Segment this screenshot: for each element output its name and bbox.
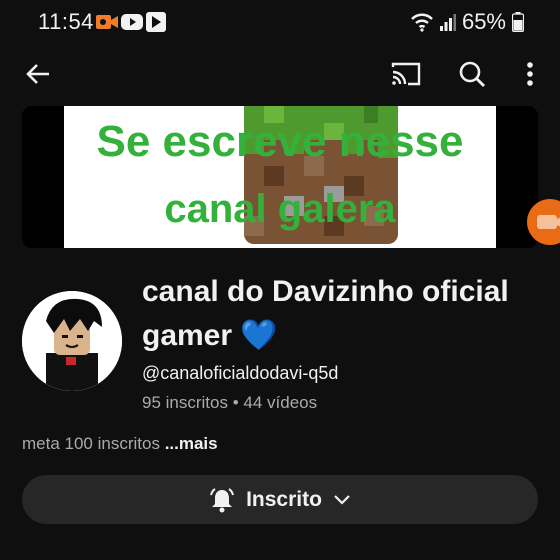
channel-avatar[interactable] xyxy=(22,291,122,391)
more-link[interactable]: ...mais xyxy=(165,434,218,453)
subscribed-button[interactable]: Inscrito xyxy=(22,475,538,524)
channel-stats: 95 inscritos • 44 vídeos xyxy=(142,393,318,412)
search-icon xyxy=(459,61,485,87)
channel-banner: Se escreve nesse canal galera xyxy=(22,106,538,248)
back-button[interactable] xyxy=(18,54,58,94)
battery-icon xyxy=(512,12,524,32)
cast-icon xyxy=(391,62,421,86)
back-arrow-icon xyxy=(26,64,49,84)
app-bar xyxy=(0,52,560,96)
cast-button[interactable] xyxy=(386,54,426,94)
status-bar: 11:54 65% xyxy=(0,0,560,44)
search-button[interactable] xyxy=(452,54,492,94)
channel-handle: @canaloficialdodavi-q5d xyxy=(142,363,339,383)
status-time: 11:54 xyxy=(38,9,94,34)
play-store-icon xyxy=(146,12,166,32)
signal-icon xyxy=(439,14,456,31)
avatar-character-icon xyxy=(22,291,122,391)
video-camera-icon xyxy=(537,215,560,229)
bell-icon xyxy=(210,487,235,512)
floating-recorder-button[interactable] xyxy=(527,199,560,245)
chevron-down-icon xyxy=(334,494,350,505)
subscribed-label: Inscrito xyxy=(246,487,322,511)
channel-description[interactable]: meta 100 inscritos ...mais xyxy=(22,434,218,454)
screen-recorder-icon xyxy=(96,15,118,29)
status-right: 65% xyxy=(410,9,524,35)
channel-name: canal do Davizinho oficial gamer 💙 xyxy=(142,275,509,352)
banner-text-line2: canal galera xyxy=(164,187,396,231)
banner-text-line1: Se escreve nesse xyxy=(96,117,464,166)
banner-image: Se escreve nesse canal galera xyxy=(64,106,496,248)
more-vert-icon xyxy=(527,62,533,86)
youtube-icon xyxy=(121,14,143,30)
description-text: meta 100 inscritos xyxy=(22,434,160,453)
more-options-button[interactable] xyxy=(510,54,550,94)
battery-percent: 65% xyxy=(461,9,506,34)
wifi-icon xyxy=(411,13,433,32)
